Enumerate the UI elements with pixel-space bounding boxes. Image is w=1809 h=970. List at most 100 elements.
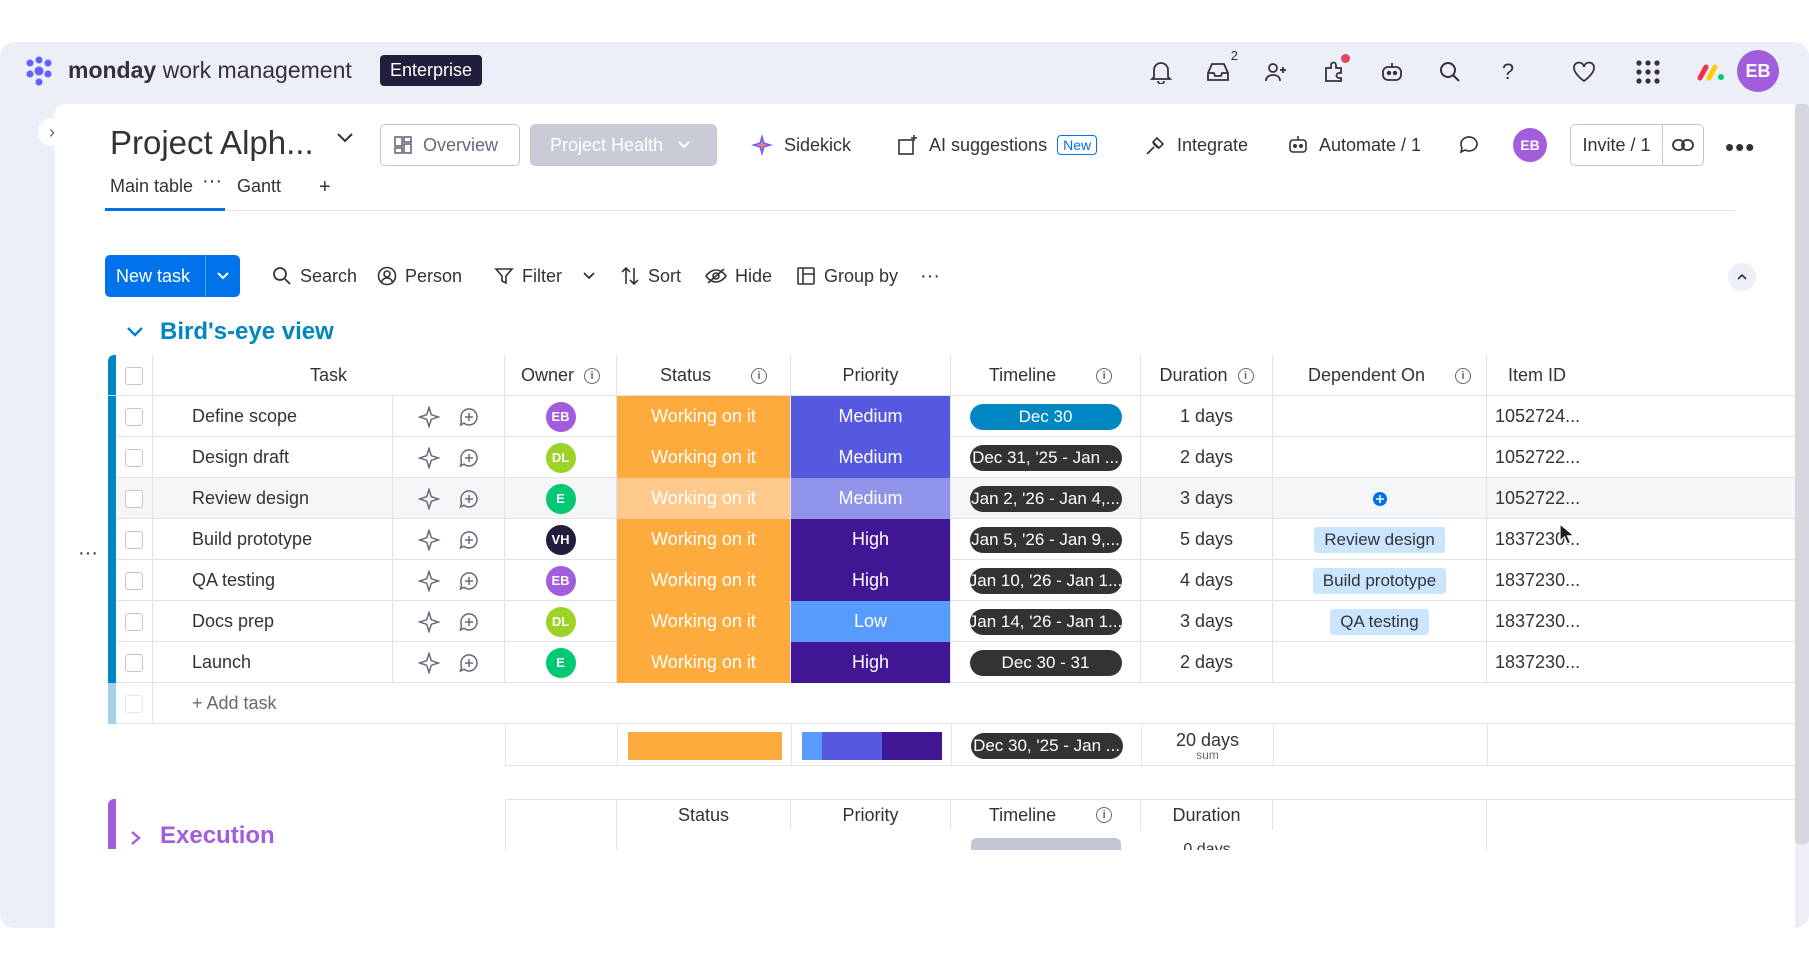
- dependency-pill[interactable]: QA testing: [1330, 608, 1429, 635]
- updates-icon[interactable]: [1458, 131, 1482, 159]
- dependent-on-cell[interactable]: Build prototype: [1273, 560, 1487, 601]
- group-expand-chevron-icon[interactable]: [129, 829, 143, 847]
- task-name[interactable]: Design draft: [153, 437, 393, 478]
- row-menu-icon[interactable]: ···: [78, 542, 98, 565]
- column-header-dependent-on[interactable]: Dependent On i: [1273, 355, 1487, 396]
- timeline-cell[interactable]: Jan 5, '26 - Jan 9,...: [951, 519, 1141, 560]
- info-icon[interactable]: i: [1096, 367, 1113, 384]
- help-icon[interactable]: ?: [1492, 56, 1524, 88]
- hide-button[interactable]: Hide: [705, 261, 772, 291]
- copy-link-icon[interactable]: [1663, 138, 1703, 152]
- add-update-icon[interactable]: [458, 488, 480, 510]
- table-row[interactable]: Build prototype VH Working on it High Ja…: [108, 519, 1798, 560]
- execution-column-timeline[interactable]: Timeline i: [951, 800, 1141, 830]
- dependent-on-cell[interactable]: QA testing: [1273, 601, 1487, 642]
- tab-main-table[interactable]: Main table: [110, 176, 193, 197]
- bell-icon[interactable]: [1145, 56, 1177, 88]
- column-header-duration[interactable]: Duration i: [1141, 355, 1273, 396]
- owner-cell[interactable]: E: [505, 478, 617, 519]
- timeline-cell[interactable]: Jan 10, '26 - Jan 1...: [951, 560, 1141, 601]
- status-cell[interactable]: Working on it: [617, 560, 791, 601]
- task-name[interactable]: Docs prep: [153, 601, 393, 642]
- priority-summary[interactable]: [792, 725, 952, 766]
- owner-cell[interactable]: E: [505, 642, 617, 683]
- add-update-icon[interactable]: [458, 447, 480, 469]
- info-icon[interactable]: i: [1455, 367, 1472, 384]
- invite-button[interactable]: Invite / 1: [1570, 124, 1704, 166]
- row-checkbox[interactable]: [125, 530, 143, 549]
- group-title[interactable]: Bird's-eye view: [160, 318, 334, 346]
- chevron-down-icon[interactable]: [335, 131, 355, 145]
- sparkle-outline-icon[interactable]: [417, 405, 440, 428]
- app-switcher-grid-icon[interactable]: [1632, 56, 1664, 88]
- vertical-scrollbar[interactable]: [1795, 104, 1809, 844]
- sparkle-outline-icon[interactable]: [417, 487, 440, 510]
- automate-button[interactable]: Automate / 1: [1287, 131, 1421, 159]
- add-update-icon[interactable]: [458, 529, 480, 551]
- search-button[interactable]: Search: [272, 261, 357, 291]
- integrate-button[interactable]: Integrate: [1145, 131, 1248, 159]
- priority-cell[interactable]: Low: [791, 601, 951, 642]
- row-checkbox[interactable]: [125, 653, 143, 672]
- timeline-cell[interactable]: Dec 30: [951, 396, 1141, 437]
- info-icon[interactable]: i: [751, 367, 768, 384]
- table-row[interactable]: Review design E Working on it Medium Jan…: [108, 478, 1798, 519]
- dependency-pill[interactable]: Build prototype: [1312, 567, 1447, 594]
- timeline-cell[interactable]: Dec 30 - 31: [951, 642, 1141, 683]
- info-icon[interactable]: i: [1096, 807, 1113, 823]
- ai-suggestions-button[interactable]: AI suggestions New: [897, 131, 1098, 159]
- dependent-on-cell[interactable]: [1273, 396, 1487, 437]
- execution-group-title[interactable]: Execution: [160, 822, 275, 850]
- sparkle-outline-icon[interactable]: [417, 528, 440, 551]
- collapse-header-button[interactable]: [1728, 263, 1756, 291]
- monday-products-icon[interactable]: [1695, 56, 1727, 88]
- status-cell[interactable]: Working on it: [617, 642, 791, 683]
- add-task-input[interactable]: + Add task: [153, 683, 1798, 724]
- group-by-button[interactable]: Group by: [796, 261, 898, 291]
- chevron-down-icon[interactable]: [205, 255, 240, 297]
- board-title[interactable]: Project Alph...: [110, 124, 314, 162]
- toolbar-more-icon[interactable]: ···: [920, 261, 940, 291]
- column-header-task[interactable]: Task: [153, 355, 505, 396]
- heart-icon[interactable]: [1568, 56, 1600, 88]
- overview-button[interactable]: Overview: [380, 124, 520, 166]
- task-name[interactable]: Build prototype: [153, 519, 393, 560]
- monday-logo-icon[interactable]: [22, 54, 56, 88]
- new-task-button[interactable]: New task: [105, 255, 240, 297]
- column-header-owner[interactable]: Owner i: [505, 355, 617, 396]
- inbox-icon[interactable]: 2: [1202, 48, 1238, 88]
- status-cell[interactable]: Working on it: [617, 519, 791, 560]
- sidekick-button[interactable]: Sidekick: [750, 131, 851, 159]
- apps-marketplace-icon[interactable]: [1318, 54, 1350, 88]
- add-update-icon[interactable]: [458, 570, 480, 592]
- add-update-icon[interactable]: [458, 406, 480, 428]
- task-name[interactable]: Launch: [153, 642, 393, 683]
- owner-cell[interactable]: DL: [505, 437, 617, 478]
- add-update-icon[interactable]: [458, 652, 480, 674]
- status-cell[interactable]: Working on it: [617, 437, 791, 478]
- task-name[interactable]: QA testing: [153, 560, 393, 601]
- timeline-cell[interactable]: Jan 14, '26 - Jan 1...: [951, 601, 1141, 642]
- select-all-checkbox[interactable]: [125, 366, 143, 385]
- task-name[interactable]: Define scope: [153, 396, 393, 437]
- info-icon[interactable]: i: [1237, 367, 1254, 384]
- filter-button[interactable]: Filter: [494, 261, 596, 291]
- sparkle-outline-icon[interactable]: [417, 610, 440, 633]
- group-collapse-chevron-icon[interactable]: [125, 325, 145, 339]
- tab-gantt[interactable]: Gantt: [237, 176, 281, 197]
- add-update-icon[interactable]: [458, 611, 480, 633]
- dependent-on-cell[interactable]: [1273, 478, 1487, 519]
- ai-assistant-icon[interactable]: [1376, 56, 1408, 88]
- dependent-on-cell[interactable]: [1273, 642, 1487, 683]
- row-checkbox[interactable]: [125, 612, 143, 631]
- table-row[interactable]: QA testing EB Working on it High Jan 10,…: [108, 560, 1798, 601]
- priority-cell[interactable]: High: [791, 519, 951, 560]
- priority-cell[interactable]: Medium: [791, 396, 951, 437]
- row-checkbox[interactable]: [125, 489, 143, 508]
- dependency-pill[interactable]: Review design: [1314, 526, 1445, 553]
- row-checkbox[interactable]: [125, 571, 143, 590]
- execution-column-duration[interactable]: Duration: [1141, 800, 1273, 830]
- board-more-icon[interactable]: •••: [1725, 132, 1755, 163]
- priority-cell[interactable]: Medium: [791, 437, 951, 478]
- row-checkbox[interactable]: [125, 407, 143, 426]
